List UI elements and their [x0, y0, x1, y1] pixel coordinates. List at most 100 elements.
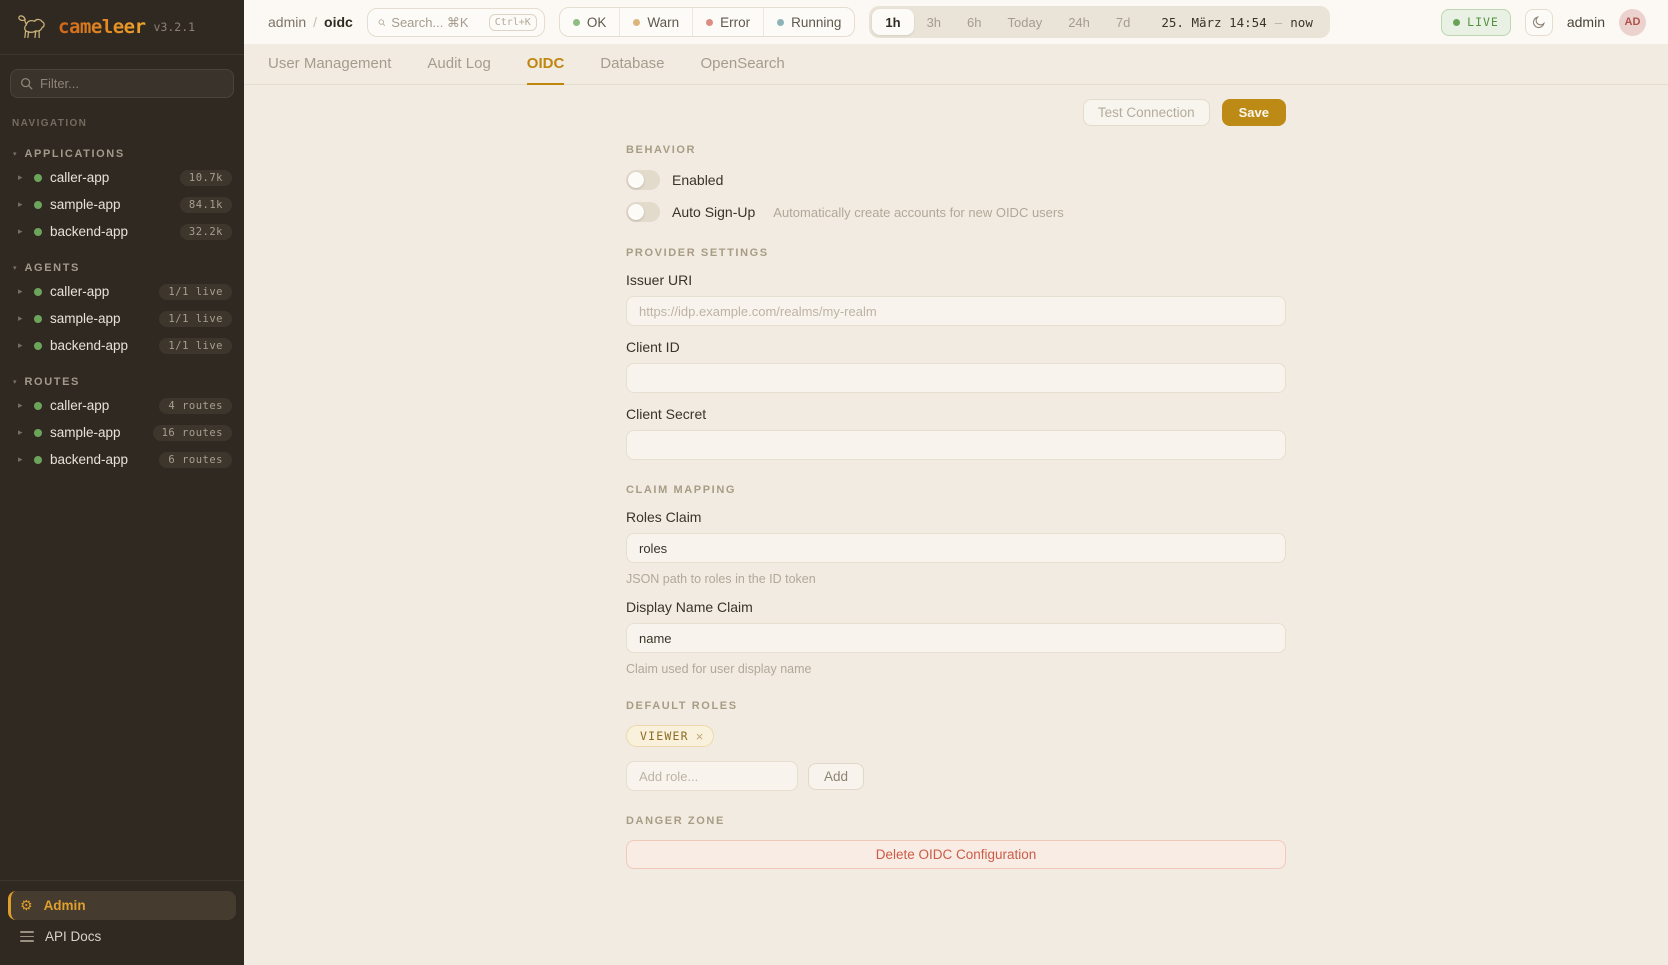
sidebar-item-backend-app[interactable]: ▸ backend-app 32.2k	[0, 218, 244, 245]
sidebar-group-routes[interactable]: ▾ ROUTES	[0, 371, 244, 392]
moon-icon	[1532, 15, 1546, 29]
status-filter-running[interactable]: Running	[764, 8, 854, 36]
global-search[interactable]: Ctrl+K	[367, 8, 545, 37]
breadcrumb-separator: /	[313, 14, 317, 30]
tab-audit-log[interactable]: Audit Log	[427, 44, 490, 85]
sidebar-spacer	[0, 473, 244, 880]
app-root: cameleer v3.2.1 NAVIGATION ▾ APPLICATION…	[0, 0, 1668, 965]
status-filter-warn[interactable]: Warn	[620, 8, 693, 36]
tab-oidc[interactable]: OIDC	[527, 44, 565, 85]
chevron-right-icon[interactable]: ▸	[18, 401, 26, 410]
time-range-6h[interactable]: 6h	[954, 9, 994, 35]
sidebar-group-applications[interactable]: ▾ APPLICATIONS	[0, 143, 244, 164]
list-icon	[20, 931, 34, 942]
sidebar-item-caller-app[interactable]: ▸ caller-app 10.7k	[0, 164, 244, 191]
chevron-right-icon[interactable]: ▸	[18, 455, 26, 464]
remove-role-icon[interactable]: ×	[696, 730, 705, 743]
time-range-24h[interactable]: 24h	[1055, 9, 1103, 35]
routes-badge: 16 routes	[153, 425, 232, 441]
client-id-input[interactable]	[626, 363, 1286, 393]
group-caret-icon: ▾	[13, 151, 17, 158]
status-dot	[34, 174, 42, 182]
time-range-1h[interactable]: 1h	[872, 9, 913, 35]
status-dot	[34, 456, 42, 464]
time-range-3h[interactable]: 3h	[914, 9, 954, 35]
top-bar: admin / oidc Ctrl+K OK Warn	[244, 0, 1668, 44]
tab-opensearch[interactable]: OpenSearch	[701, 44, 785, 85]
admin-tab-bar: User Management Audit Log OIDC Database …	[244, 44, 1668, 85]
chevron-right-icon[interactable]: ▸	[18, 341, 26, 350]
admin-label: Admin	[44, 898, 86, 913]
app-title: cameleer	[58, 16, 146, 38]
add-role-button[interactable]: Add	[808, 763, 864, 790]
chevron-right-icon[interactable]: ▸	[18, 428, 26, 437]
sidebar-item-backend-app-routes[interactable]: ▸ backend-app 6 routes	[0, 446, 244, 473]
breadcrumb-section[interactable]: admin	[268, 14, 306, 30]
chevron-right-icon[interactable]: ▸	[18, 227, 26, 236]
sidebar-item-backend-app-agent[interactable]: ▸ backend-app 1/1 live	[0, 332, 244, 359]
search-icon	[20, 77, 33, 90]
issuer-uri-label: Issuer URI	[626, 272, 1286, 288]
save-button[interactable]: Save	[1222, 99, 1286, 126]
roles-claim-input[interactable]	[626, 533, 1286, 563]
routes-badge: 6 routes	[159, 452, 232, 468]
status-dot	[34, 201, 42, 209]
enabled-label: Enabled	[672, 172, 723, 188]
live-indicator[interactable]: LIVE	[1441, 9, 1511, 36]
avatar[interactable]: AD	[1619, 9, 1646, 36]
section-title-danger: DANGER ZONE	[626, 815, 1286, 827]
breadcrumb: admin / oidc	[268, 14, 353, 30]
status-dot	[34, 288, 42, 296]
time-range-7d[interactable]: 7d	[1103, 9, 1143, 35]
add-role-row: Add	[626, 761, 1286, 791]
sidebar: cameleer v3.2.1 NAVIGATION ▾ APPLICATION…	[0, 0, 244, 965]
oidc-panel: Test Connection Save BEHAVIOR Enabled Au…	[244, 85, 1668, 965]
sidebar-item-admin[interactable]: ⚙ Admin	[8, 891, 236, 920]
chevron-right-icon[interactable]: ▸	[18, 173, 26, 182]
theme-toggle-button[interactable]	[1525, 9, 1553, 36]
enabled-toggle[interactable]	[626, 170, 660, 190]
auto-signup-toggle[interactable]	[626, 202, 660, 222]
tab-database[interactable]: Database	[600, 44, 664, 85]
display-name-claim-label: Display Name Claim	[626, 599, 1286, 615]
sidebar-item-sample-app-agent[interactable]: ▸ sample-app 1/1 live	[0, 305, 244, 332]
navigation-caption: NAVIGATION	[0, 102, 244, 131]
display-name-claim-input[interactable]	[626, 623, 1286, 653]
camel-logo-icon	[14, 11, 50, 43]
live-badge: 1/1 live	[159, 311, 232, 327]
filter-input[interactable]	[40, 76, 224, 91]
sidebar-item-caller-app-routes[interactable]: ▸ caller-app 4 routes	[0, 392, 244, 419]
group-caret-icon: ▾	[13, 265, 17, 272]
sidebar-item-api-docs[interactable]: API Docs	[8, 922, 236, 951]
chevron-right-icon[interactable]: ▸	[18, 314, 26, 323]
time-separator: —	[1275, 15, 1283, 30]
time-range-today[interactable]: Today	[995, 9, 1056, 35]
issuer-uri-input[interactable]	[626, 296, 1286, 326]
sidebar-filter[interactable]	[10, 69, 234, 98]
status-dot	[34, 429, 42, 437]
enabled-toggle-row: Enabled	[626, 169, 1286, 191]
delete-oidc-button[interactable]: Delete OIDC Configuration	[626, 840, 1286, 869]
add-role-input[interactable]	[626, 761, 798, 791]
sidebar-item-sample-app[interactable]: ▸ sample-app 84.1k	[0, 191, 244, 218]
status-filter-error[interactable]: Error	[693, 8, 764, 36]
search-input[interactable]	[391, 15, 482, 30]
routes-badge: 4 routes	[159, 398, 232, 414]
auto-signup-hint: Automatically create accounts for new OI…	[773, 205, 1063, 220]
time-display[interactable]: 25. März 14:54 — now	[1143, 15, 1326, 30]
app-version: v3.2.1	[154, 20, 196, 34]
tab-user-management[interactable]: User Management	[268, 44, 391, 85]
logo-row: cameleer v3.2.1	[0, 0, 244, 55]
chevron-right-icon[interactable]: ▸	[18, 200, 26, 209]
sidebar-group-agents[interactable]: ▾ AGENTS	[0, 257, 244, 278]
sidebar-item-sample-app-routes[interactable]: ▸ sample-app 16 routes	[0, 419, 244, 446]
chevron-right-icon[interactable]: ▸	[18, 287, 26, 296]
status-filter-ok[interactable]: OK	[560, 8, 621, 36]
status-dot	[34, 315, 42, 323]
client-secret-input[interactable]	[626, 430, 1286, 460]
sidebar-item-caller-app-agent[interactable]: ▸ caller-app 1/1 live	[0, 278, 244, 305]
count-badge: 32.2k	[180, 224, 232, 240]
test-connection-button[interactable]: Test Connection	[1083, 99, 1210, 126]
api-docs-label: API Docs	[45, 929, 101, 944]
search-icon	[378, 16, 385, 29]
